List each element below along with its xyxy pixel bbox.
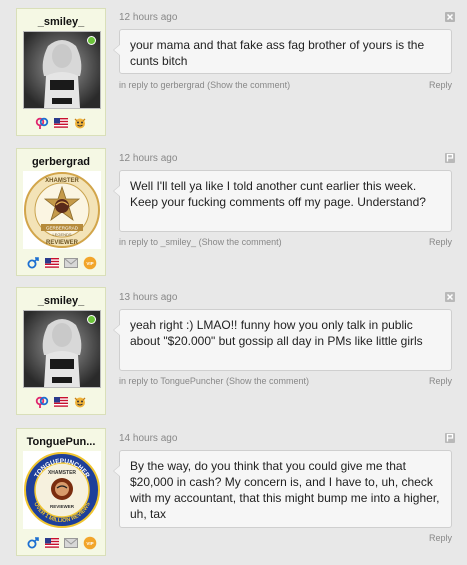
show-comment-link[interactable]: (Show the comment)	[199, 237, 282, 247]
user-card: _smiley_	[16, 8, 106, 136]
user-card: _smiley_	[16, 287, 106, 415]
reply-button[interactable]: Reply	[429, 80, 452, 90]
couple-icon	[35, 117, 49, 129]
online-indicator-icon	[87, 36, 96, 45]
comment-timestamp: 14 hours ago	[119, 433, 178, 444]
comment-timestamp: 13 hours ago	[119, 292, 178, 303]
user-card: TonguePun... TONGUEPUNCHER OVER 1 MILLIO…	[16, 428, 106, 556]
comment-body: Well I'll tell ya like I told another cu…	[113, 170, 452, 232]
tonguepuncher-reviews-badge-icon: TONGUEPUNCHER OVER 1 MILLION REVIEWS XHA…	[24, 452, 100, 528]
reply-button[interactable]: Reply	[429, 376, 452, 386]
badge-text-name: GERBERGRAD	[46, 226, 79, 231]
show-comment-link[interactable]: (Show the comment)	[226, 376, 309, 386]
in-reply-to-label: in reply to	[119, 80, 159, 90]
friend-icon	[74, 118, 86, 129]
comment-body: By the way, do you think that you could …	[113, 450, 452, 528]
comment-text: your mama and that fake ass fag brother …	[130, 38, 425, 68]
in-reply-to-label: in reply to	[119, 237, 159, 247]
friend-icon	[74, 397, 86, 408]
reply-context: in reply to TonguePuncher (Show the comm…	[119, 376, 452, 386]
user-badges	[17, 395, 105, 409]
user-card: gerbergrad XHAMSTER GERBERGRAD LEGENDS R…	[16, 148, 106, 276]
reply-context: in reply to _smiley_ (Show the comment)	[119, 237, 452, 247]
in-reply-to-user-link[interactable]: gerbergrad	[161, 80, 205, 90]
couple-icon	[35, 396, 49, 408]
comment-timestamp: 12 hours ago	[119, 153, 178, 164]
badge-text-bottom: REVIEWER	[46, 240, 79, 246]
mail-icon[interactable]	[63, 257, 78, 269]
user-badges: VIP	[17, 536, 105, 550]
username[interactable]: gerbergrad	[17, 155, 105, 169]
flag-icon[interactable]	[445, 153, 455, 163]
avatar[interactable]	[23, 310, 101, 388]
online-indicator-icon	[87, 315, 96, 324]
username[interactable]: _smiley_	[17, 15, 105, 29]
close-icon[interactable]	[445, 12, 455, 22]
badge-text-rank: LEGENDS	[52, 232, 71, 237]
mail-icon[interactable]	[63, 537, 78, 549]
us-flag-icon	[44, 538, 59, 548]
in-reply-to-user-link[interactable]: _smiley_	[161, 237, 197, 247]
user-badges: VIP	[17, 256, 105, 270]
male-icon	[27, 537, 39, 549]
close-icon[interactable]	[445, 292, 455, 302]
us-flag-icon	[54, 397, 68, 407]
show-comment-link[interactable]: (Show the comment)	[207, 80, 290, 90]
in-reply-to-label: in reply to	[119, 376, 159, 386]
avatar[interactable]	[23, 31, 101, 109]
avatar[interactable]: TONGUEPUNCHER OVER 1 MILLION REVIEWS XHA…	[23, 451, 101, 529]
svg-text:VIP: VIP	[86, 541, 93, 546]
in-reply-to-user-link[interactable]: TonguePuncher	[160, 376, 223, 386]
male-icon	[27, 257, 39, 269]
comment-body: yeah right :) LMAO!! funny how you only …	[113, 309, 452, 371]
us-flag-icon	[54, 118, 68, 128]
badge-text-top: XHAMSTER	[45, 178, 79, 184]
comment-text: Well I'll tell ya like I told another cu…	[130, 179, 426, 209]
comment-text: By the way, do you think that you could …	[130, 459, 440, 521]
username[interactable]: _smiley_	[17, 294, 105, 308]
flag-icon[interactable]	[445, 433, 455, 443]
vip-icon: VIP	[83, 536, 96, 550]
reply-context: in reply to gerbergrad (Show the comment…	[119, 80, 452, 90]
xhamster-reviewer-badge-icon: XHAMSTER GERBERGRAD LEGENDS REVIEWER	[24, 172, 100, 248]
badge-text-mid: XHAMSTER	[48, 470, 76, 476]
comment-body: your mama and that fake ass fag brother …	[113, 29, 452, 74]
comment-timestamp: 12 hours ago	[119, 12, 178, 23]
comment-text: yeah right :) LMAO!! funny how you only …	[130, 318, 423, 348]
badge-text-reviewer: REVIEWER	[50, 504, 75, 509]
vip-icon: VIP	[83, 256, 96, 270]
reply-button[interactable]: Reply	[429, 533, 452, 543]
user-badges	[17, 116, 105, 130]
reply-button[interactable]: Reply	[429, 237, 452, 247]
svg-text:VIP: VIP	[86, 261, 93, 266]
avatar[interactable]: XHAMSTER GERBERGRAD LEGENDS REVIEWER	[23, 171, 101, 249]
us-flag-icon	[44, 258, 59, 268]
username[interactable]: TonguePun...	[17, 435, 105, 449]
